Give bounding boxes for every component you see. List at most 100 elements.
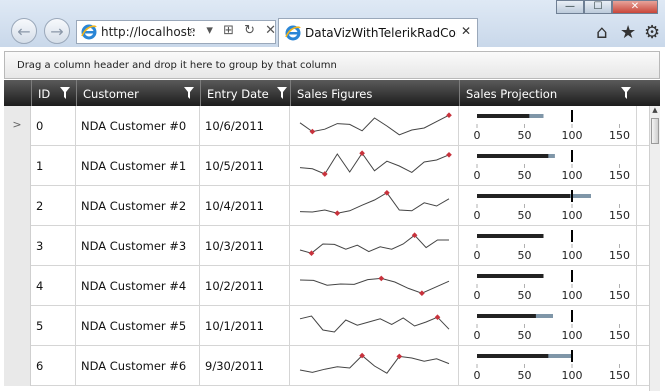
- row-indicator[interactable]: [4, 266, 31, 306]
- cell-entry-date[interactable]: 10/1/2011: [200, 306, 290, 346]
- cell-id[interactable]: 6: [31, 346, 76, 386]
- cell-customer[interactable]: NDA Customer #6: [76, 346, 200, 386]
- browser-tab[interactable]: DataVizWithTelerikRadCont… ✕: [278, 18, 478, 47]
- vertical-scrollbar[interactable]: ▲: [649, 106, 660, 391]
- settings-gear-icon[interactable]: ⚙: [644, 22, 660, 43]
- bullet-graph: 0 50 100 150: [474, 270, 630, 302]
- header-customer[interactable]: Customer: [76, 80, 200, 106]
- cell-sales-figures: [290, 306, 459, 346]
- cell-id-text: 3: [36, 239, 44, 253]
- address-bar[interactable]: http://localhost: ⌕ ▾ ⊞ ↻ ✕: [76, 20, 276, 44]
- cell-entry-date-text: 10/1/2011: [205, 319, 264, 333]
- row-indicator[interactable]: [4, 346, 31, 386]
- bullet-tick-label: 50: [518, 369, 532, 382]
- sparkline-series: [299, 152, 450, 175]
- table-row[interactable]: 3 NDA Customer #3 10/3/2011 0 50 100 150: [4, 226, 649, 266]
- header-id[interactable]: ID: [31, 80, 76, 106]
- sparkline-chart: [299, 150, 452, 177]
- cell-id-text: 5: [36, 319, 44, 333]
- row-indicator[interactable]: >: [4, 106, 31, 146]
- header-sales-figures[interactable]: Sales Figures: [290, 80, 459, 106]
- cell-sales-projection: 0 50 100 150: [459, 106, 637, 146]
- cell-sales-projection: 0 50 100 150: [459, 186, 637, 226]
- bullet-tick-label: 50: [518, 169, 532, 182]
- row-indicator[interactable]: [4, 226, 31, 266]
- group-panel[interactable]: Drag a column header and drop it here to…: [4, 51, 660, 79]
- home-icon[interactable]: ⌂: [596, 22, 607, 43]
- filter-icon[interactable]: [621, 87, 631, 99]
- filter-icon[interactable]: [60, 87, 70, 99]
- sparkline-chart: [299, 314, 450, 333]
- row-indicator[interactable]: [4, 306, 31, 346]
- cell-id[interactable]: 4: [31, 266, 76, 306]
- table-row[interactable]: 2 NDA Customer #2 10/4/2011 0 50 100 150: [4, 186, 649, 226]
- table-row[interactable]: 4 NDA Customer #4 10/2/2011 0 50 100 150: [4, 266, 649, 306]
- table-row[interactable]: 5 NDA Customer #5 10/1/2011 0 50 100 150: [4, 306, 649, 346]
- cell-customer[interactable]: NDA Customer #0: [76, 106, 200, 146]
- cell-sales-figures: [290, 146, 459, 186]
- bullet-tick-label: 100: [562, 129, 583, 142]
- scroll-thumb[interactable]: [651, 118, 659, 144]
- cell-id[interactable]: 0: [31, 106, 76, 146]
- page-content: Drag a column header and drop it here to…: [0, 47, 665, 391]
- filter-icon[interactable]: [184, 87, 194, 99]
- sparkline-series: [299, 315, 450, 333]
- table-row[interactable]: 1 NDA Customer #1 10/5/2011 0 50 100 150: [4, 146, 649, 186]
- address-tools-icon[interactable]: ⌕ ▾ ⊞ ↻ ✕: [189, 23, 279, 38]
- table-row[interactable]: 6 NDA Customer #6 9/30/2011 0 50 100 150: [4, 346, 649, 386]
- row-indicator[interactable]: [4, 186, 31, 226]
- bullet-graph: 0 50 100 150: [474, 190, 630, 222]
- row-indicator[interactable]: [4, 146, 31, 186]
- favorites-icon[interactable]: ★: [620, 22, 636, 43]
- ie-logo-icon: [81, 24, 97, 40]
- bullet-tick-label: 150: [609, 289, 630, 302]
- filter-icon[interactable]: [277, 87, 287, 99]
- header-entry-date-label: Entry Date: [207, 87, 269, 101]
- cell-entry-date[interactable]: 9/30/2011: [200, 346, 290, 386]
- sparkline-marker: [378, 275, 385, 282]
- header-sales-projection[interactable]: Sales Projection: [459, 80, 637, 106]
- forward-button[interactable]: →: [44, 18, 70, 44]
- sparkline-marker: [446, 151, 452, 158]
- cell-entry-date[interactable]: 10/2/2011: [200, 266, 290, 306]
- cell-customer[interactable]: NDA Customer #2: [76, 186, 200, 226]
- cell-sales-figures: [290, 266, 459, 306]
- cell-customer[interactable]: NDA Customer #4: [76, 266, 200, 306]
- minimize-button[interactable]: —: [556, 0, 584, 14]
- group-panel-hint: Drag a column header and drop it here to…: [17, 60, 337, 71]
- cell-entry-date[interactable]: 10/3/2011: [200, 226, 290, 266]
- sparkline-chart: [299, 112, 452, 136]
- bullet-tick-label: 100: [562, 169, 583, 182]
- bullet-target-marker: [571, 310, 573, 322]
- cell-id[interactable]: 5: [31, 306, 76, 346]
- bullet-target-marker: [571, 190, 573, 202]
- table-row[interactable]: >0 NDA Customer #0 10/6/2011 0 50 100 150: [4, 106, 649, 146]
- bullet-tick-label: 0: [474, 329, 481, 342]
- cell-id[interactable]: 2: [31, 186, 76, 226]
- cell-entry-date[interactable]: 10/6/2011: [200, 106, 290, 146]
- cell-id[interactable]: 1: [31, 146, 76, 186]
- scroll-up-icon[interactable]: ▲: [650, 106, 660, 116]
- cell-entry-date-text: 10/6/2011: [205, 119, 264, 133]
- cell-id-text: 2: [36, 199, 44, 213]
- tab-close-icon[interactable]: ✕: [461, 24, 471, 38]
- cell-sales-figures: [290, 186, 459, 226]
- cell-customer[interactable]: NDA Customer #5: [76, 306, 200, 346]
- close-window-button[interactable]: ✕: [612, 0, 658, 14]
- cell-entry-date-text: 10/5/2011: [205, 159, 264, 173]
- cell-customer[interactable]: NDA Customer #1: [76, 146, 200, 186]
- cell-id[interactable]: 3: [31, 226, 76, 266]
- bullet-actual-bar: [477, 314, 536, 318]
- cell-id-text: 0: [36, 119, 44, 133]
- address-url[interactable]: http://localhost:: [101, 25, 196, 39]
- cell-entry-date[interactable]: 10/5/2011: [200, 146, 290, 186]
- header-entry-date[interactable]: Entry Date: [200, 80, 290, 106]
- back-button[interactable]: ←: [11, 18, 37, 44]
- cell-entry-date[interactable]: 10/4/2011: [200, 186, 290, 226]
- maximize-button[interactable]: ☐: [584, 0, 612, 14]
- bullet-target-marker: [571, 270, 573, 282]
- cell-customer[interactable]: NDA Customer #3: [76, 226, 200, 266]
- browser-chrome: — ☐ ✕ ← → http://localhost: ⌕ ▾ ⊞ ↻ ✕ Da…: [0, 0, 665, 47]
- tab-ie-icon: [285, 25, 301, 41]
- sparkline-marker: [419, 290, 425, 297]
